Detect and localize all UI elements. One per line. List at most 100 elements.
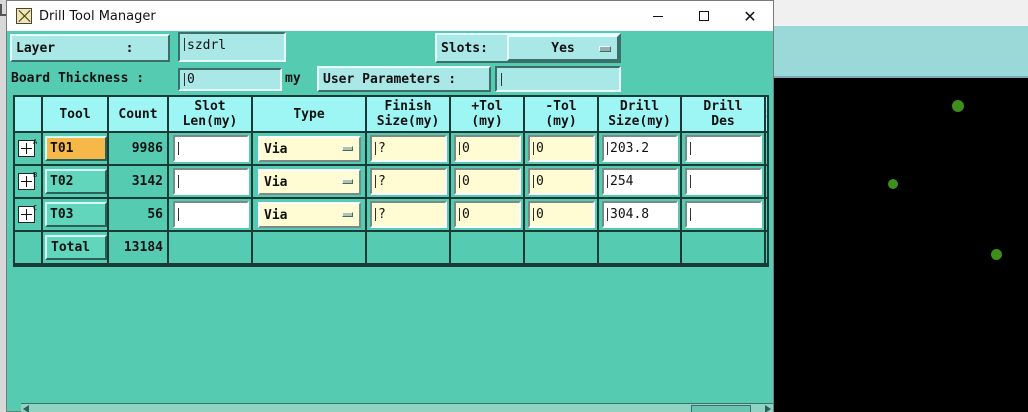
row-letter: A: [33, 138, 38, 146]
plus-tolerance-input[interactable]: 0: [454, 168, 521, 195]
text-cursor-icon: [459, 175, 460, 188]
user-parameters-field[interactable]: [495, 66, 621, 92]
slots-value: Yes: [551, 40, 575, 56]
expand-icon[interactable]: C: [18, 204, 37, 223]
title-bar: Drill Tool Manager ✕: [7, 1, 773, 31]
minus-tolerance-input[interactable]: 0: [528, 135, 595, 162]
total-button[interactable]: Total: [45, 235, 107, 260]
minimize-button[interactable]: [635, 1, 681, 31]
horizontal-scrollbar[interactable]: [21, 403, 773, 412]
drill-designator-input[interactable]: [685, 135, 762, 162]
drill-size-value: 203.2: [610, 141, 650, 156]
header-finish-size: Finish Size(my): [367, 97, 451, 133]
text-cursor-icon: [690, 208, 691, 221]
drill-hole-dot: [888, 179, 898, 189]
tool-cell: T01: [43, 133, 109, 166]
text-cursor-icon: [375, 175, 376, 188]
drill-size-input[interactable]: 254: [602, 168, 678, 195]
drill-hole-dot: [952, 100, 964, 112]
plus-tolerance-input[interactable]: 0: [454, 135, 521, 162]
board-thickness-field[interactable]: 0: [178, 68, 282, 91]
type-cell: Via: [253, 133, 367, 166]
finish-size-cell: ?: [367, 199, 451, 232]
expand-cell: A: [15, 133, 43, 166]
option-menu-indicator-icon: [599, 46, 611, 52]
minus-tolerance-value: 0: [536, 174, 544, 189]
finish-size-input[interactable]: ?: [370, 168, 447, 195]
slots-option-menu[interactable]: Yes: [507, 35, 619, 61]
minus-tolerance-input[interactable]: 0: [528, 201, 595, 228]
board-thickness-label: Board Thickness :: [11, 71, 145, 86]
row-letter: B: [33, 171, 38, 179]
drill-designator-cell: [682, 133, 766, 166]
total-empty-cell: [599, 232, 682, 265]
finish-size-input[interactable]: ?: [370, 201, 447, 228]
expand-icon[interactable]: B: [18, 171, 38, 190]
minus-tolerance-value: 0: [536, 207, 544, 222]
tool-cell: T03: [43, 199, 109, 232]
scrollbar-thumb[interactable]: [691, 405, 751, 412]
tool-button[interactable]: T01: [45, 136, 107, 161]
type-option-menu[interactable]: Via: [258, 202, 361, 228]
slot-length-cell: [169, 199, 253, 232]
expand-cell: C: [15, 199, 43, 232]
window-title: Drill Tool Manager: [39, 8, 156, 24]
close-button[interactable]: ✕: [727, 1, 773, 31]
text-cursor-icon: [690, 142, 691, 155]
text-cursor-icon: [178, 175, 179, 188]
expand-icon[interactable]: A: [18, 138, 38, 157]
drill-size-cell: 254: [599, 166, 682, 199]
text-cursor-icon: [178, 208, 179, 221]
drill-size-input[interactable]: 304.8: [602, 201, 678, 228]
drill-designator-input[interactable]: [685, 201, 762, 228]
close-icon: ✕: [743, 6, 757, 26]
drill-size-cell: 304.8: [599, 199, 682, 232]
type-option-menu[interactable]: Via: [258, 169, 361, 195]
drill-designator-input[interactable]: [685, 168, 762, 195]
text-cursor-icon: [533, 175, 534, 188]
finish-size-value: ?: [378, 141, 386, 156]
header-minus-tolerance: -Tol (my): [525, 97, 599, 133]
scroll-right-icon[interactable]: [765, 405, 771, 412]
header-tool: Tool: [43, 97, 109, 133]
board-thickness-unit: my: [285, 71, 301, 86]
slots-label-text: Slots:: [441, 40, 488, 56]
total-empty-cell: [525, 232, 599, 265]
drill-size-input[interactable]: 203.2: [602, 135, 678, 162]
user-parameters-label: User Parameters :: [323, 71, 457, 87]
count-value: 56: [147, 207, 163, 222]
finish-size-input[interactable]: ?: [370, 135, 447, 162]
board-thickness-value: 0: [187, 72, 195, 87]
header-type: Type: [253, 97, 367, 133]
scroll-left-icon[interactable]: [23, 405, 29, 412]
type-value: Via: [264, 207, 288, 223]
maximize-button[interactable]: [681, 1, 727, 31]
tool-button[interactable]: T02: [45, 169, 107, 194]
slot-length-input[interactable]: [173, 135, 249, 162]
plus-tolerance-input[interactable]: 0: [454, 201, 521, 228]
option-menu-indicator-icon: [342, 179, 353, 184]
partial-cell: [766, 133, 767, 166]
total-empty-cell: [169, 232, 253, 265]
tool-button[interactable]: T03: [45, 202, 107, 227]
background-titlebar: [773, 0, 1028, 26]
total-blank-cell: [15, 232, 43, 265]
header-count: Count: [109, 97, 169, 133]
user-parameters-button[interactable]: User Parameters :: [317, 66, 491, 92]
drill-hole-dot: [991, 249, 1002, 260]
layer-field[interactable]: szdrl: [178, 32, 286, 62]
plus-tolerance-cell: 0: [451, 133, 525, 166]
plus-tolerance-cell: 0: [451, 199, 525, 232]
type-option-menu[interactable]: Via: [258, 136, 361, 162]
plus-tolerance-cell: 0: [451, 166, 525, 199]
type-cell: Via: [253, 166, 367, 199]
slot-length-input[interactable]: [173, 201, 249, 228]
background-canvas: [773, 0, 1028, 412]
slot-length-cell: [169, 133, 253, 166]
text-cursor-icon: [533, 208, 534, 221]
minus-tolerance-cell: 0: [525, 166, 599, 199]
slot-length-input[interactable]: [173, 168, 249, 195]
finish-size-value: ?: [378, 207, 386, 222]
minus-tolerance-input[interactable]: 0: [528, 168, 595, 195]
text-cursor-icon: [184, 38, 185, 51]
